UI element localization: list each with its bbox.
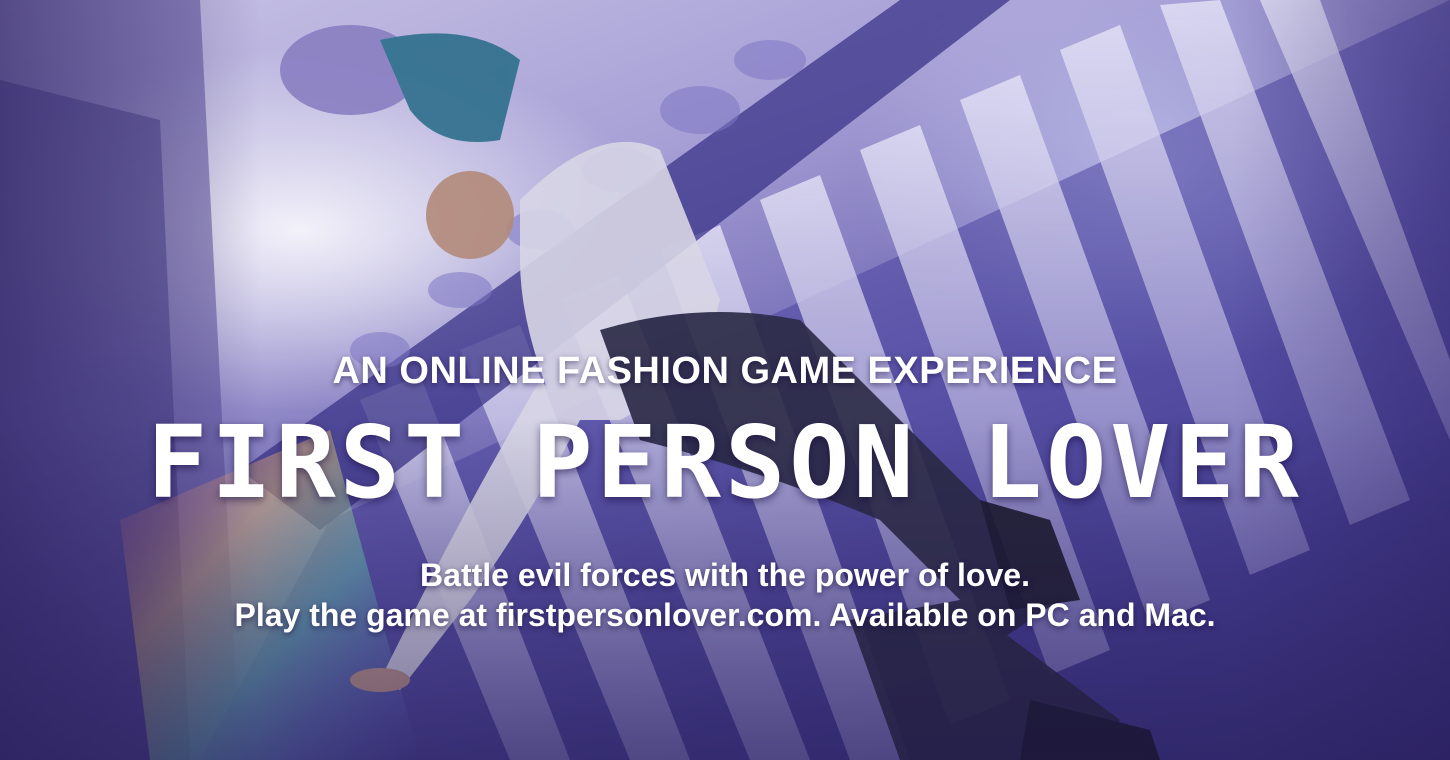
game-kicker-heading: AN ONLINE FASHION GAME EXPERIENCE bbox=[332, 350, 1118, 392]
game-tagline: Battle evil forces with the power of lov… bbox=[0, 555, 1450, 635]
tagline-line-1: Battle evil forces with the power of lov… bbox=[420, 557, 1030, 593]
game-title: FIRST PERSON LOVER bbox=[147, 404, 1303, 521]
tagline-line-2: Play the game at firstpersonlover.com. A… bbox=[234, 597, 1216, 633]
game-promo-banner[interactable]: AN ONLINE FASHION GAME EXPERIENCE FIRST … bbox=[0, 0, 1450, 760]
